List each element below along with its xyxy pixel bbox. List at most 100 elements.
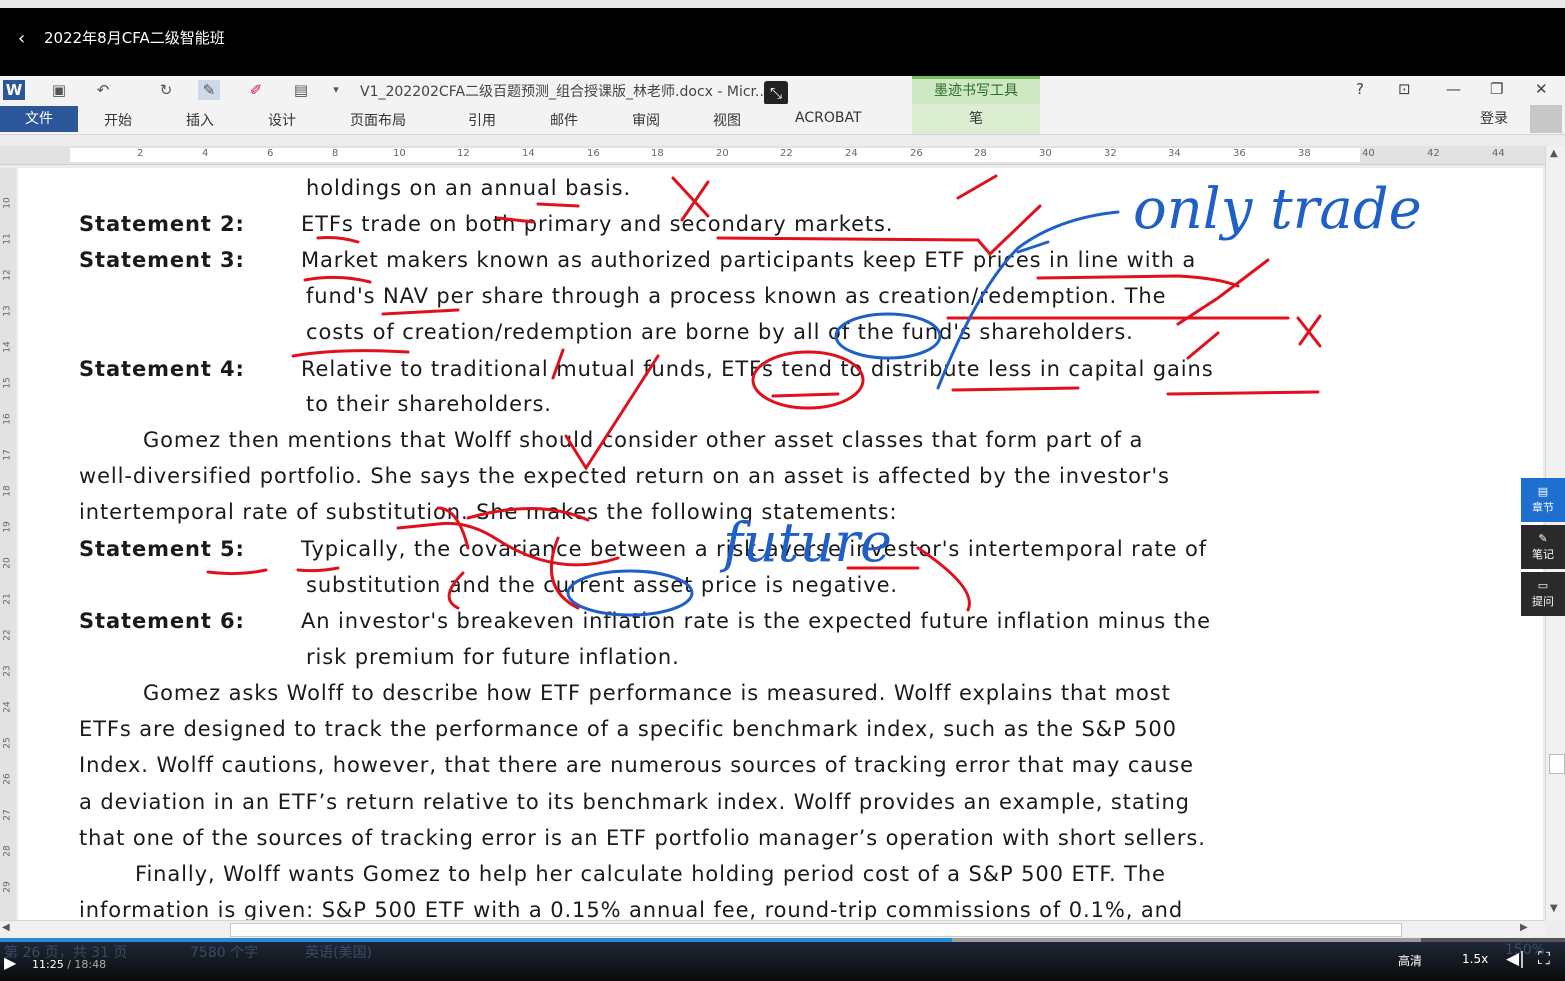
handwriting-future: future xyxy=(719,511,892,574)
side-label: 提问 xyxy=(1532,595,1554,608)
ruler-label: 26 xyxy=(2,773,13,785)
total-time: 18:48 xyxy=(74,958,107,971)
ruler-label: 4 xyxy=(202,148,209,159)
pen-tool-icon[interactable]: ✎ xyxy=(198,80,220,100)
ruler-label: 24 xyxy=(2,701,13,713)
ruler-label: 12 xyxy=(2,269,13,281)
play-icon[interactable]: ▶ xyxy=(4,953,16,972)
scroll-left-icon[interactable]: ◀ xyxy=(2,922,10,933)
chat-icon: ▭ xyxy=(1537,579,1549,592)
blue-circle xyxy=(834,312,942,360)
tab-file[interactable]: 文件 xyxy=(0,106,78,132)
ink-annotations: only trade future xyxy=(206,174,1422,617)
avatar[interactable] xyxy=(1530,105,1562,133)
red-check-mark xyxy=(1176,258,1270,326)
ruler-label: 19 xyxy=(2,521,13,533)
ruler-label: 32 xyxy=(1104,148,1117,159)
red-underline xyxy=(1166,390,1320,396)
scroll-thumb[interactable] xyxy=(1549,754,1565,774)
save-icon[interactable]: ▣ xyxy=(48,80,70,100)
chevron-left-icon[interactable]: ‹ xyxy=(18,28,25,49)
red-underline xyxy=(303,275,372,284)
tab-design[interactable]: 设计 xyxy=(268,110,296,130)
ruler-label: 8 xyxy=(332,148,339,159)
ruler-label: 17 xyxy=(2,449,13,461)
volume-icon[interactable]: ◀| xyxy=(1506,949,1525,969)
progress-bar[interactable] xyxy=(0,938,1565,942)
help-icon[interactable]: ? xyxy=(1356,80,1364,98)
tab-insert[interactable]: 插入 xyxy=(186,110,214,130)
scroll-down-icon[interactable]: ▼ xyxy=(1550,903,1558,914)
side-chapter-button[interactable]: ▤ 章节 xyxy=(1521,478,1565,522)
ruler-label: 22 xyxy=(780,148,793,159)
side-question-button[interactable]: ▭ 提问 xyxy=(1521,572,1565,616)
ribbon-display-icon[interactable]: ⊡ xyxy=(1398,80,1411,98)
red-underline xyxy=(296,566,340,573)
red-underline xyxy=(951,386,1080,392)
scroll-right-icon[interactable]: ▶ xyxy=(1520,922,1528,933)
speed-selector[interactable]: 1.5x xyxy=(1462,952,1488,966)
scroll-up-icon[interactable]: ▲ xyxy=(1550,148,1558,159)
tab-acrobat[interactable]: ACROBAT xyxy=(795,110,862,126)
ruler-label: 40 xyxy=(1362,148,1375,159)
undo-icon[interactable]: ↶ xyxy=(92,80,114,100)
ruler-label: 15 xyxy=(2,377,13,389)
progress-played xyxy=(0,938,952,942)
side-label: 章节 xyxy=(1532,501,1554,514)
restore-icon[interactable]: ❐ xyxy=(1490,80,1503,98)
minimize-icon[interactable]: — xyxy=(1446,80,1461,98)
redo-icon[interactable]: ↻ xyxy=(155,80,177,100)
ruler-label: 20 xyxy=(2,557,13,569)
side-notes-button[interactable]: ✎ 笔记 xyxy=(1521,525,1565,569)
status-language: 英语(美国) xyxy=(305,945,372,961)
ruler-label: 14 xyxy=(522,148,535,159)
tab-review[interactable]: 审阅 xyxy=(632,110,660,130)
red-check-mark xyxy=(564,354,660,471)
red-underline xyxy=(291,349,410,358)
ruler-label: 23 xyxy=(2,665,13,677)
ruler-label: 42 xyxy=(1427,148,1440,159)
ruler-label: 26 xyxy=(910,148,923,159)
scroll-thumb[interactable] xyxy=(230,923,1402,937)
quick-access-toolbar: W ▣ ↶ ↻ ✎ ✐ ▤ ▾ V1_202202CFA二级百题预测_组合授课版… xyxy=(0,76,1565,105)
tab-mailings[interactable]: 邮件 xyxy=(550,110,578,130)
highlighter-icon[interactable]: ✐ xyxy=(245,80,267,100)
ruler-label: 44 xyxy=(1492,148,1505,159)
tab-view[interactable]: 视图 xyxy=(713,110,741,130)
handwriting-only-trade: only trade xyxy=(1133,177,1422,242)
close-icon[interactable]: ✕ xyxy=(1535,80,1548,98)
login-link[interactable]: 登录 xyxy=(1480,108,1508,128)
tab-references[interactable]: 引用 xyxy=(468,110,496,130)
ruler-label: 18 xyxy=(2,485,13,497)
red-cross-mark xyxy=(1296,314,1322,348)
tab-page-layout[interactable]: 页面布局 xyxy=(350,110,406,130)
red-stroke xyxy=(436,506,470,550)
side-label: 笔记 xyxy=(1532,548,1554,561)
red-underline xyxy=(536,202,580,208)
ruler-label: 10 xyxy=(393,148,406,159)
fullscreen-exit-icon[interactable]: ⤡ xyxy=(764,81,788,105)
ruler-label: 28 xyxy=(974,148,987,159)
customize-qat-icon[interactable]: ▾ xyxy=(325,80,347,100)
fullscreen-icon[interactable]: ⛶ xyxy=(1538,949,1550,969)
ruler-label: 22 xyxy=(2,629,13,641)
red-underline xyxy=(381,308,460,316)
red-underline xyxy=(716,236,980,242)
big-play-button[interactable] xyxy=(17,855,71,907)
ruler-label: 13 xyxy=(2,305,13,317)
chapter-icon: ▤ xyxy=(1537,485,1549,498)
tab-home[interactable]: 开始 xyxy=(104,110,132,130)
document-page[interactable]: holdings on an annual basis. Statement 2:… xyxy=(18,168,1543,920)
current-time: 11:25 xyxy=(32,958,64,971)
ruler-label: 30 xyxy=(1039,148,1052,159)
layout-icon[interactable]: ▤ xyxy=(290,80,312,100)
red-stroke xyxy=(1186,331,1220,360)
ruler-label: 14 xyxy=(2,341,13,353)
ruler-label: 28 xyxy=(2,845,13,857)
red-underline xyxy=(206,568,268,576)
red-stroke xyxy=(396,521,620,567)
horizontal-scrollbar[interactable]: ◀ ▶ xyxy=(0,920,1545,937)
ruler-label: 6 xyxy=(267,148,274,159)
quality-selector[interactable]: 高清 xyxy=(1398,952,1422,969)
tab-pen[interactable]: 笔 xyxy=(912,104,1040,134)
